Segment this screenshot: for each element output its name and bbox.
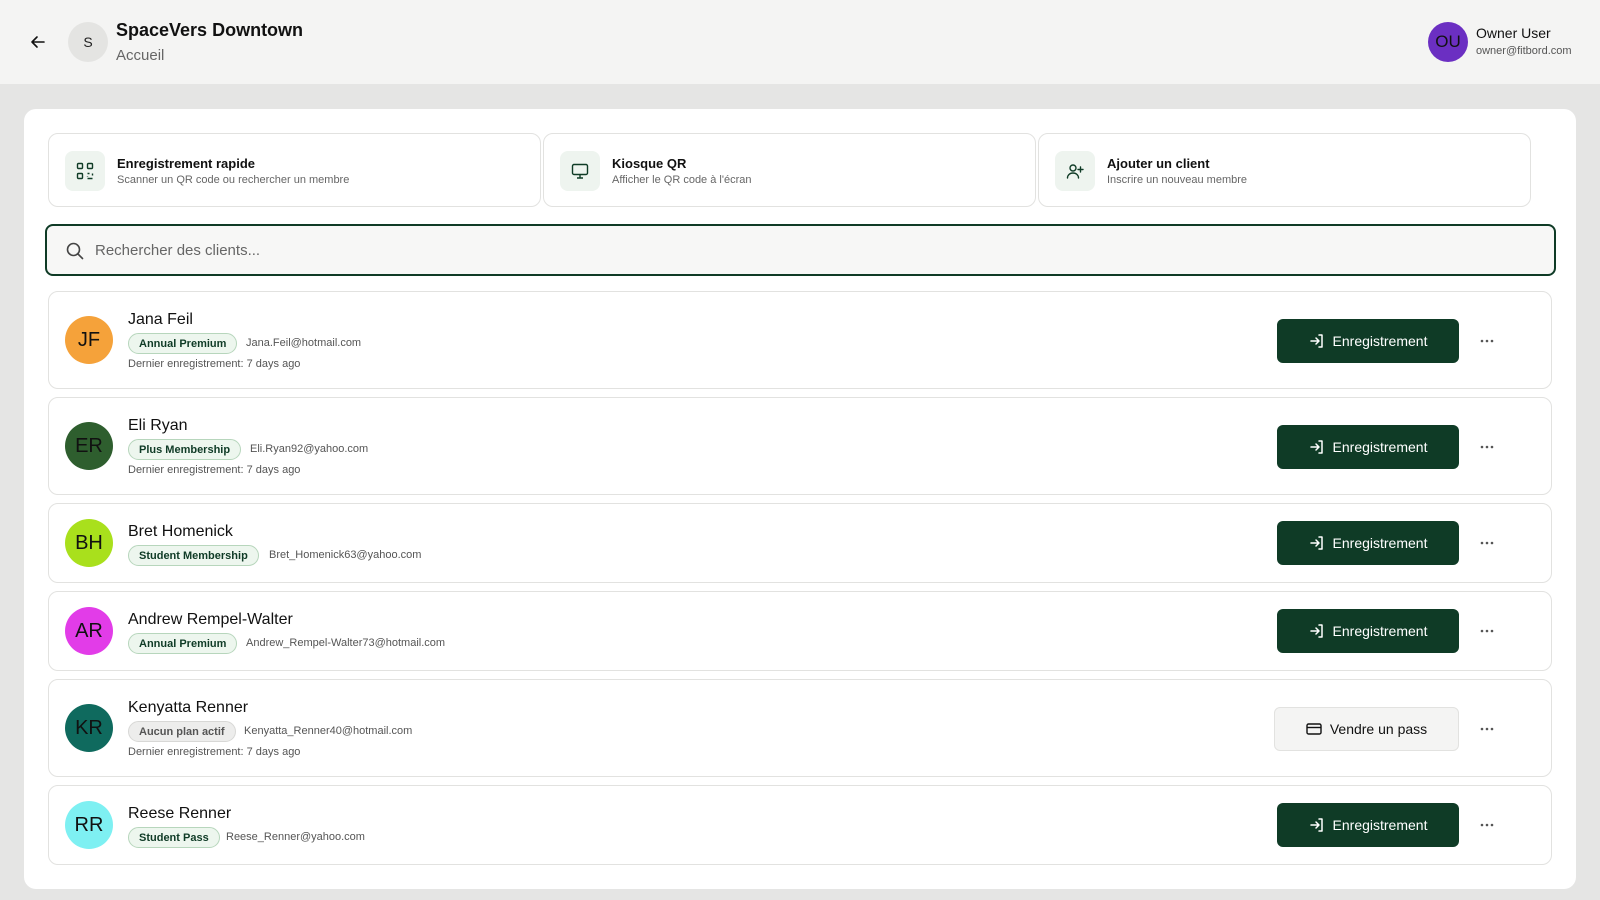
checkin-button[interactable]: Enregistrement [1277,319,1459,363]
action-title: Kiosque QR [612,156,687,171]
member-row[interactable]: BH Bret Homenick Student Membership Bret… [48,503,1552,583]
member-avatar: ER [65,422,113,470]
login-icon [1309,440,1323,454]
user-email: owner@fitbord.com [1476,45,1572,57]
checkin-button[interactable]: Enregistrement [1277,521,1459,565]
more-options-icon[interactable] [1475,813,1499,837]
member-email: Bret_Homenick63@yahoo.com [269,549,422,561]
checkin-button[interactable]: Enregistrement [1277,425,1459,469]
action-description: Inscrire un nouveau membre [1107,174,1248,186]
add-client-card[interactable]: Ajouter un client Inscrire un nouveau me… [1038,133,1531,207]
member-email: Eli.Ryan92@yahoo.com [250,443,369,455]
search-input[interactable] [95,226,1535,274]
member-avatar: AR [65,607,113,655]
action-title: Enregistrement rapide [117,156,255,171]
last-checkin: Dernier enregistrement: 7 days ago [128,358,301,370]
sell-pass-label: Vendre un pass [1329,721,1428,737]
action-description: Scanner un QR code ou rechercher un memb… [117,174,350,186]
member-email: Kenyatta_Renner40@hotmail.com [244,725,413,737]
member-avatar: KR [65,704,113,752]
checkin-button-label: Enregistrement [1332,623,1428,639]
plan-badge: Aucun plan actif [128,721,236,742]
user-avatar[interactable]: OU [1428,22,1468,62]
user-plus-icon [1055,151,1095,191]
login-icon [1309,624,1323,638]
login-icon [1309,818,1323,832]
checkin-button-label: Enregistrement [1332,333,1428,349]
sell-pass-button[interactable]: Vendre un pass [1274,707,1459,751]
back-arrow-icon[interactable] [26,30,50,54]
checkin-button-label: Enregistrement [1332,817,1428,833]
more-options-icon[interactable] [1475,619,1499,643]
member-name: Bret Homenick [128,523,233,540]
checkin-button[interactable]: Enregistrement [1277,609,1459,653]
search-icon [65,241,85,261]
last-checkin: Dernier enregistrement: 7 days ago [128,746,301,758]
member-row[interactable]: JF Jana Feil Annual Premium Jana.Feil@ho… [48,291,1552,389]
plan-badge: Annual Premium [128,633,238,654]
member-email: Reese_Renner@yahoo.com [226,831,365,843]
plan-badge: Plus Membership [128,439,242,460]
member-row[interactable]: KR Kenyatta Renner Aucun plan actif Keny… [48,679,1552,777]
member-avatar: JF [65,316,113,364]
plan-badge: Annual Premium [128,333,238,354]
action-title: Ajouter un client [1107,156,1210,171]
login-icon [1309,536,1323,550]
checkin-button-label: Enregistrement [1332,535,1428,551]
org-name: SpaceVers Downtown [116,20,304,40]
qr-kiosk-card[interactable]: Kiosque QR Afficher le QR code à l'écran [543,133,1036,207]
member-name: Eli Ryan [128,417,188,434]
checkin-button-label: Enregistrement [1332,439,1428,455]
login-icon [1309,334,1323,348]
member-row[interactable]: AR Andrew Rempel-Walter Annual Premium A… [48,591,1552,671]
member-avatar: RR [65,801,113,849]
action-description: Afficher le QR code à l'écran [612,174,752,186]
more-options-icon[interactable] [1475,435,1499,459]
member-name: Andrew Rempel-Walter [128,611,293,628]
member-avatar: BH [65,519,113,567]
monitor-icon [560,151,600,191]
member-email: Jana.Feil@hotmail.com [246,337,362,349]
credit-card-icon [1306,723,1322,735]
qr-code-icon [65,151,105,191]
last-checkin: Dernier enregistrement: 7 days ago [128,464,301,476]
more-options-icon[interactable] [1475,329,1499,353]
member-email: Andrew_Rempel-Walter73@hotmail.com [246,637,446,649]
member-name: Jana Feil [128,311,193,328]
member-row[interactable]: RR Reese Renner Student Pass Reese_Renne… [48,785,1552,865]
search-bar [45,224,1556,276]
plan-badge: Student Membership [128,545,259,566]
member-row[interactable]: ER Eli Ryan Plus Membership Eli.Ryan92@y… [48,397,1552,495]
checkin-button[interactable]: Enregistrement [1277,803,1459,847]
quick-checkin-card[interactable]: Enregistrement rapide Scanner un QR code… [48,133,541,207]
member-name: Kenyatta Renner [128,699,249,716]
top-bar: S SpaceVers Downtown Accueil OU Owner Us… [0,0,1600,84]
more-options-icon[interactable] [1475,531,1499,555]
plan-badge: Student Pass [128,827,220,848]
user-name: Owner User [1476,25,1551,41]
org-avatar: S [68,22,108,62]
page-subtitle: Accueil [116,47,165,64]
member-name: Reese Renner [128,805,232,822]
main-panel: Enregistrement rapide Scanner un QR code… [24,109,1576,889]
more-options-icon[interactable] [1475,717,1499,741]
